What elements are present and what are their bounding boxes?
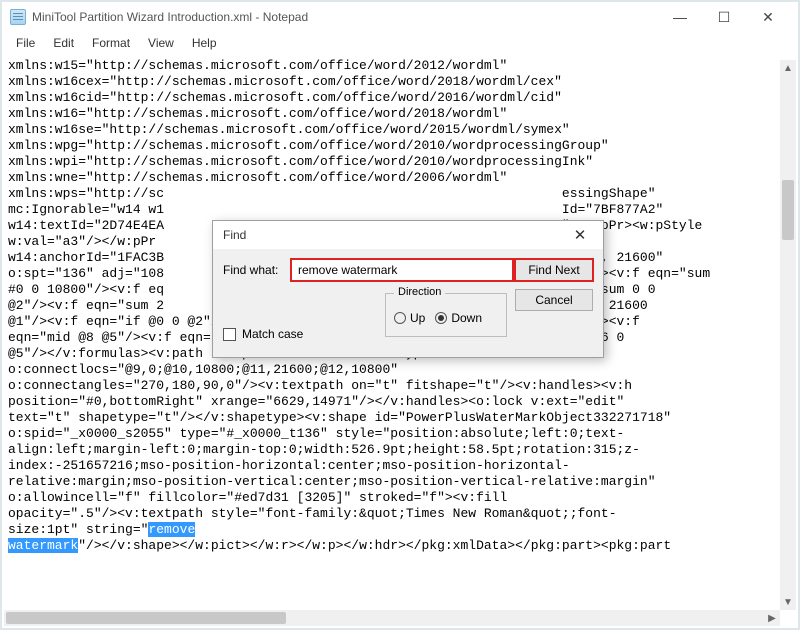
find-dialog-title: Find	[223, 228, 246, 242]
text-line: o:allowincell="f" fillcolor="#ed7d31 [32…	[8, 490, 796, 506]
radio-icon	[394, 312, 406, 324]
text-line: xmlns:w16="http://schemas.microsoft.com/…	[8, 106, 796, 122]
text-line: xmlns:w16se="http://schemas.microsoft.co…	[8, 122, 796, 138]
text-line: xmlns:w16cid="http://schemas.microsoft.c…	[8, 90, 796, 106]
horizontal-scrollbar[interactable]: ◀ ▶	[4, 610, 780, 626]
direction-down-radio[interactable]: Down	[435, 311, 482, 325]
search-highlight: remove	[148, 522, 195, 537]
find-what-input[interactable]	[291, 259, 513, 281]
menubar: File Edit Format View Help	[2, 32, 798, 56]
text-line: align:left;margin-left:0;margin-top:0;wi…	[8, 442, 796, 458]
titlebar: MiniTool Partition Wizard Introduction.x…	[2, 2, 798, 32]
direction-down-label: Down	[451, 311, 482, 325]
radio-icon	[435, 312, 447, 324]
text-line: xmlns:w15="http://schemas.microsoft.com/…	[8, 58, 796, 74]
find-close-button[interactable]: ✕	[563, 223, 597, 247]
find-dialog-titlebar[interactable]: Find ✕	[213, 221, 603, 249]
direction-up-radio[interactable]: Up	[394, 311, 425, 325]
scroll-down-icon[interactable]: ▼	[780, 594, 796, 610]
text-line: xmlns:w16cex="http://schemas.microsoft.c…	[8, 74, 796, 90]
close-button[interactable]: ✕	[746, 3, 790, 31]
text-line: xmlns:wps="http://sc essingShape"	[8, 186, 796, 202]
text-line: xmlns:wpg="http://schemas.microsoft.com/…	[8, 138, 796, 154]
notepad-icon	[10, 9, 26, 25]
find-next-button[interactable]: Find Next	[515, 259, 593, 281]
text-line: xmlns:wpi="http://schemas.microsoft.com/…	[8, 154, 796, 170]
menu-file[interactable]: File	[8, 34, 43, 52]
find-dialog: Find ✕ Find what: Find Next Cancel Direc…	[212, 220, 604, 358]
text-line: o:connectlocs="@9,0;@10,10800;@11,21600;…	[8, 362, 796, 378]
text-line: index:-251657216;mso-position-horizontal…	[8, 458, 796, 474]
search-highlight: watermark	[8, 538, 78, 553]
text-line: size:1pt" string="remove	[8, 522, 796, 538]
vertical-scrollbar[interactable]: ▲ ▼	[780, 60, 796, 610]
minimize-button[interactable]: —	[658, 3, 702, 31]
text-line: xmlns:wne="http://schemas.microsoft.com/…	[8, 170, 796, 186]
menu-help[interactable]: Help	[184, 34, 225, 52]
text-line: mc:Ignorable="w14 w1 Id="7BF877A2"	[8, 202, 796, 218]
direction-group: Direction Up Down	[385, 293, 507, 337]
match-case-checkbox[interactable]: Match case	[223, 327, 303, 341]
text-line: text="t" shapetype="t"/></v:shapetype><v…	[8, 410, 796, 426]
scroll-right-icon[interactable]: ▶	[764, 610, 780, 626]
menu-format[interactable]: Format	[84, 34, 138, 52]
match-case-label: Match case	[242, 327, 303, 341]
text-line: o:spid="_x0000_s2055" type="#_x0000_t136…	[8, 426, 796, 442]
text-line: opacity=".5"/><v:textpath style="font-fa…	[8, 506, 796, 522]
scroll-up-icon[interactable]: ▲	[780, 60, 796, 76]
text-line: watermark"/></v:shape></w:pict></w:r></w…	[8, 538, 796, 554]
menu-view[interactable]: View	[140, 34, 182, 52]
cancel-button[interactable]: Cancel	[515, 289, 593, 311]
window-title: MiniTool Partition Wizard Introduction.x…	[32, 10, 658, 24]
horizontal-scroll-thumb[interactable]	[6, 612, 286, 624]
text-line: relative:margin;mso-position-vertical:ce…	[8, 474, 796, 490]
menu-edit[interactable]: Edit	[45, 34, 82, 52]
direction-label: Direction	[394, 286, 445, 298]
find-what-label: Find what:	[223, 263, 283, 277]
text-line: position="#0,bottomRight" xrange="6629,1…	[8, 394, 796, 410]
direction-up-label: Up	[410, 311, 425, 325]
text-line: o:connectangles="270,180,90,0"/><v:textp…	[8, 378, 796, 394]
checkbox-icon	[223, 328, 236, 341]
maximize-button[interactable]: ☐	[702, 3, 746, 31]
vertical-scroll-thumb[interactable]	[782, 180, 794, 240]
